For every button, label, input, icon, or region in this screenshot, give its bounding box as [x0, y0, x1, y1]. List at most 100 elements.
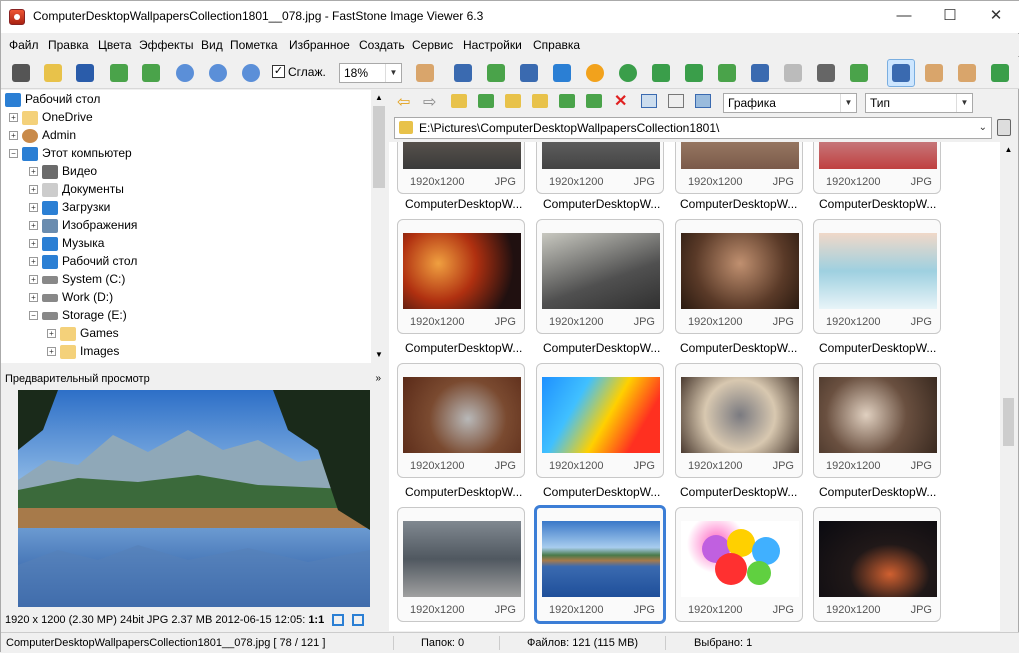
scroll-up-icon[interactable]: ▲ — [371, 90, 387, 106]
thumbnail-card[interactable]: 1920x1200 JPG — [675, 219, 803, 334]
expand-icon[interactable]: + — [29, 275, 38, 285]
list-view-icon[interactable] — [695, 94, 711, 108]
thumbnail-view-icon[interactable] — [641, 94, 657, 108]
expand-icon[interactable]: + — [29, 221, 38, 231]
next-icon[interactable] — [141, 63, 161, 83]
fullscreen-icon[interactable] — [352, 614, 365, 627]
menu-settings[interactable]: Настройки — [463, 38, 522, 52]
zoom-in-icon[interactable] — [175, 63, 195, 83]
tree-item-drive-c[interactable]: + System (C:) — [29, 270, 125, 288]
details-view-icon[interactable] — [668, 94, 684, 108]
expand-icon[interactable]: + — [29, 239, 38, 249]
tree-item-desktop-2[interactable]: + Рабочий стол — [29, 252, 137, 270]
thumbnail-card[interactable]: 1920x1200 JPG — [675, 363, 803, 478]
tree-item-pictures[interactable]: + Изображения — [29, 216, 137, 234]
expand-icon[interactable]: + — [29, 185, 38, 195]
copy-to-folder-icon[interactable] — [559, 94, 575, 108]
eraser-icon[interactable] — [783, 63, 803, 83]
zoom-out-icon[interactable] — [208, 63, 228, 83]
thumbnail-card[interactable]: 1920x1200 JPG — [536, 363, 664, 478]
zoom-select[interactable]: 18% ▼ — [339, 63, 402, 83]
path-input[interactable]: E:\Pictures\ComputerDesktopWallpapersCol… — [394, 117, 992, 139]
thumbnail-card[interactable]: 1920x1200 JPG — [813, 363, 941, 478]
thumbnail-card[interactable]: 1920x1200 JPG — [813, 219, 941, 334]
browser-layout-icon[interactable] — [887, 59, 915, 87]
favorites-folder-icon[interactable] — [505, 94, 521, 108]
thumbnail-scrollbar[interactable]: ▲ — [1000, 142, 1017, 631]
flip-icon[interactable] — [717, 63, 737, 83]
delete-icon[interactable]: ✕ — [614, 91, 627, 111]
new-folder-icon[interactable] — [532, 94, 548, 108]
thumbnail-card[interactable]: 1920x1200 JPG — [675, 507, 803, 622]
color-balance-icon[interactable] — [552, 63, 572, 83]
back-icon[interactable]: ⇦ — [397, 92, 410, 112]
tree-item-video[interactable]: + Видео — [29, 162, 97, 180]
thumbnail-card[interactable]: 1920x1200 JPG — [536, 219, 664, 334]
scroll-thumb[interactable] — [1003, 398, 1014, 446]
thumbnail-card[interactable]: 1920x1200 JPG — [813, 507, 941, 622]
tree-item-games[interactable]: + Games — [47, 324, 119, 342]
slideshow-icon[interactable] — [453, 63, 473, 83]
tree-scrollbar[interactable]: ▲ ▼ — [371, 90, 387, 363]
expand-icon[interactable]: + — [9, 113, 18, 123]
scroll-down-icon[interactable]: ▼ — [371, 347, 387, 363]
expand-icon[interactable]: + — [9, 131, 18, 141]
menu-effects[interactable]: Эффекты — [139, 38, 194, 52]
menu-create[interactable]: Создать — [359, 38, 405, 52]
thumbnail-card[interactable]: 1920x1200 JPG — [813, 142, 941, 194]
menu-tools[interactable]: Сервис — [412, 38, 453, 52]
menu-favorites[interactable]: Избранное — [289, 38, 350, 52]
forward-icon[interactable]: ⇨ — [423, 92, 436, 112]
close-button[interactable]: ✕ — [973, 1, 1019, 33]
chevron-down-icon[interactable]: ⌄ — [979, 118, 987, 138]
thumbnail-card-selected[interactable]: 1920x1200 JPG — [534, 505, 666, 624]
sort-select[interactable]: Тип ▼ — [865, 93, 973, 113]
resize-icon[interactable] — [519, 63, 539, 83]
collapse-icon[interactable]: − — [29, 311, 38, 321]
expand-icon[interactable]: + — [29, 167, 38, 177]
single-view-icon[interactable] — [924, 63, 944, 83]
expand-icon[interactable]: + — [47, 347, 56, 357]
menu-help[interactable]: Справка — [533, 38, 580, 52]
hand-tool-icon[interactable] — [415, 63, 435, 83]
tree-item-drive-e[interactable]: − Storage (E:) — [29, 306, 127, 324]
file-filter-select[interactable]: Графика ▼ — [723, 93, 857, 113]
tree-item-music[interactable]: + Музыка — [29, 234, 104, 252]
tree-item-desktop[interactable]: Рабочий стол — [5, 90, 100, 108]
tree-item-admin[interactable]: + Admin — [9, 126, 76, 144]
thumbnail-card[interactable]: 1920x1200 JPG — [397, 507, 525, 622]
print-icon[interactable] — [816, 63, 836, 83]
menu-mark[interactable]: Пометка — [230, 38, 278, 52]
crop-icon[interactable] — [750, 63, 770, 83]
menu-edit[interactable]: Правка — [48, 38, 89, 52]
parent-folder-icon[interactable] — [451, 94, 467, 108]
actual-size-icon[interactable] — [241, 63, 261, 83]
thumbnail-card[interactable]: 1920x1200 JPG — [675, 142, 803, 194]
tree-item-onedrive[interactable]: + OneDrive — [9, 108, 93, 126]
collapse-icon[interactable]: − — [9, 149, 18, 159]
thumbnail-card[interactable]: 1920x1200 JPG — [397, 363, 525, 478]
scroll-thumb[interactable] — [373, 106, 385, 188]
trash-icon[interactable] — [997, 119, 1011, 136]
expand-icon[interactable]: + — [47, 329, 56, 339]
user-icon[interactable] — [618, 63, 638, 83]
camera-icon[interactable] — [11, 63, 31, 83]
refresh-folder-icon[interactable] — [478, 94, 494, 108]
fullscreen-icon[interactable] — [990, 63, 1010, 83]
tree-item-this-pc[interactable]: − Этот компьютер — [9, 144, 132, 162]
maximize-button[interactable]: ☐ — [927, 1, 973, 33]
menu-view[interactable]: Вид — [201, 38, 223, 52]
expand-icon[interactable]: + — [29, 203, 38, 213]
fit-icon[interactable] — [332, 614, 345, 627]
menu-colors[interactable]: Цвета — [98, 38, 131, 52]
edit-icon[interactable] — [849, 63, 869, 83]
thumbnail-card[interactable]: 1920x1200 JPG — [536, 142, 664, 194]
collapse-chevron-icon[interactable]: » — [375, 370, 381, 388]
copy-to-icon[interactable] — [486, 63, 506, 83]
tree-item-downloads[interactable]: + Загрузки — [29, 198, 110, 216]
minimize-button[interactable]: — — [881, 1, 927, 33]
thumbnail-card[interactable]: 1920x1200 JPG — [397, 219, 525, 334]
rotate-left-icon[interactable] — [651, 63, 671, 83]
person-view-icon[interactable] — [957, 63, 977, 83]
scroll-up-icon[interactable]: ▲ — [1000, 142, 1017, 158]
